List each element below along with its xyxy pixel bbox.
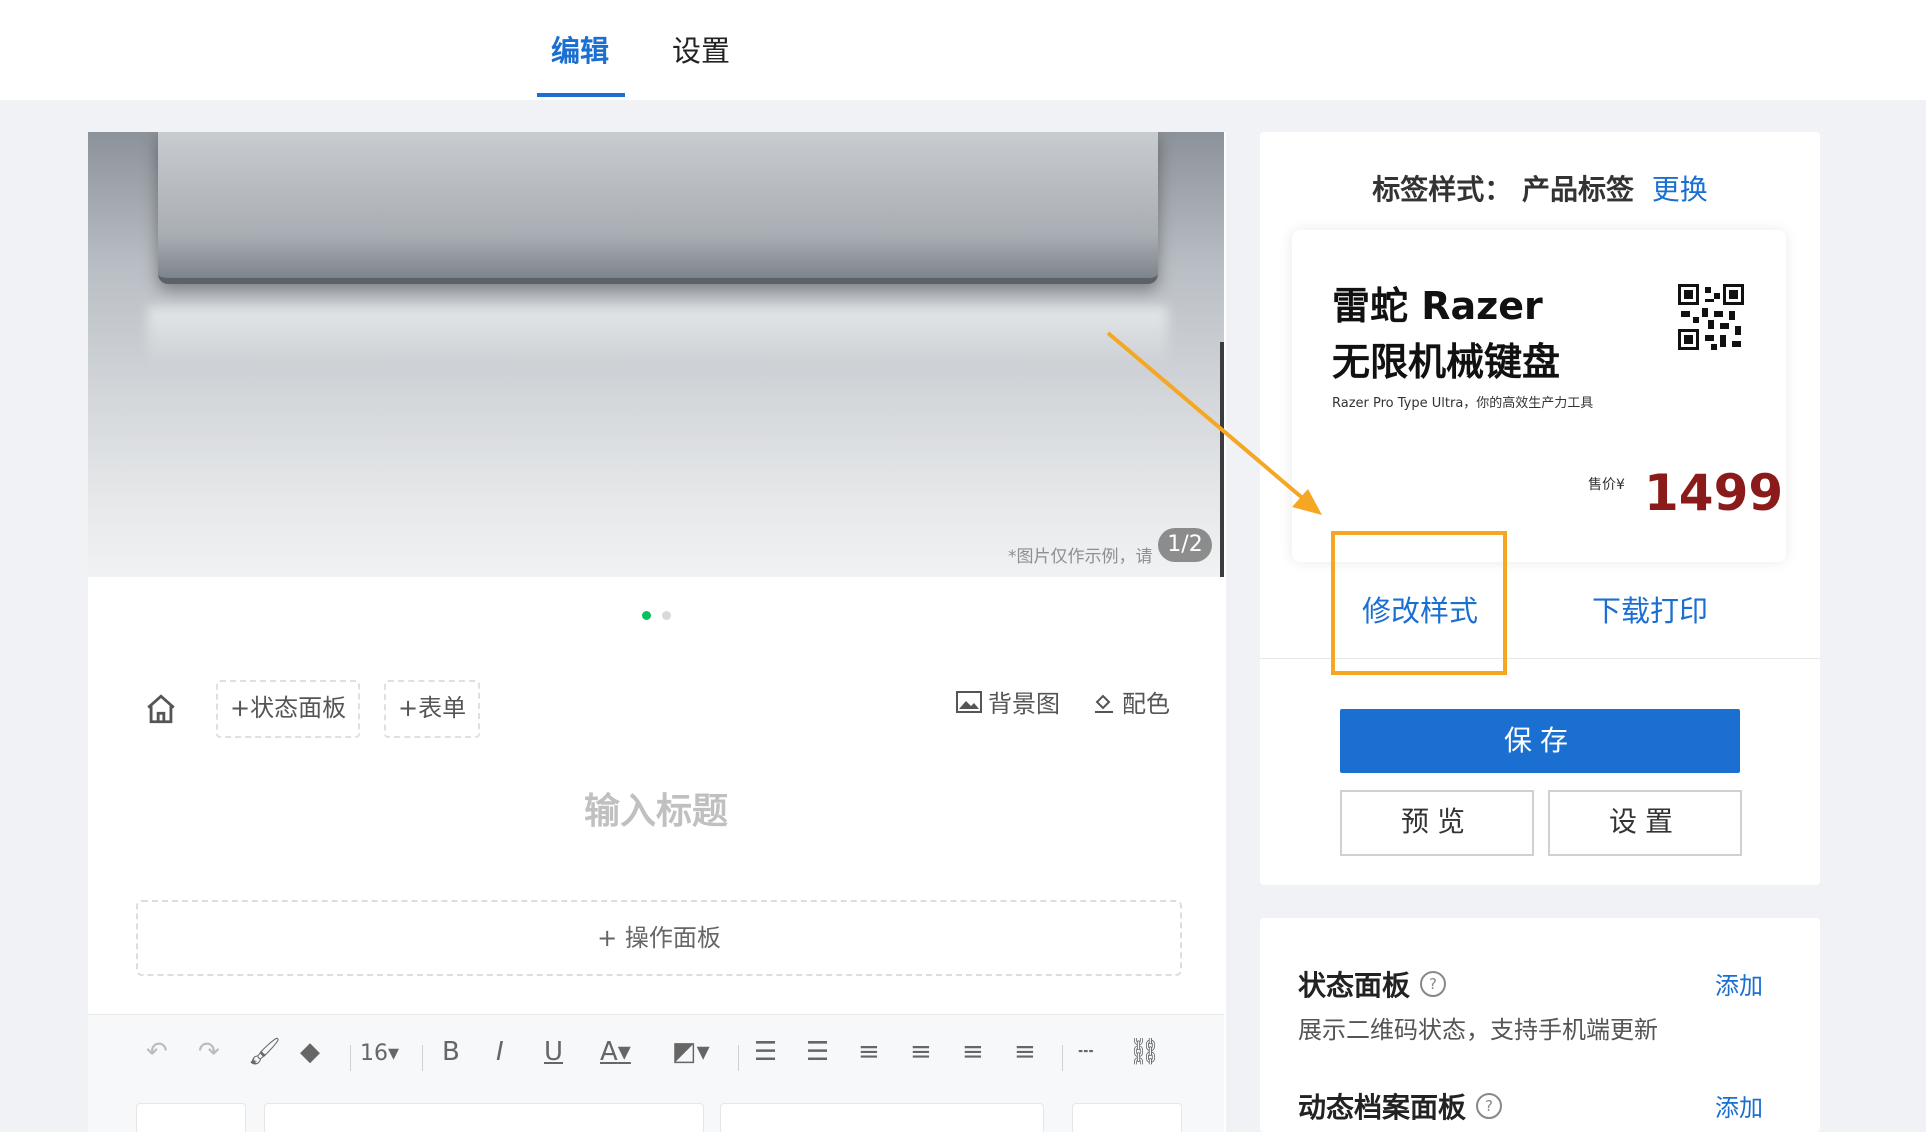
add-form-button[interactable]: +表单 bbox=[384, 680, 481, 738]
background-image-label: 背景图 bbox=[988, 690, 1060, 718]
help-icon[interactable]: ? bbox=[1476, 1093, 1503, 1119]
price-value: 1499 bbox=[1644, 464, 1784, 522]
preview-button[interactable]: 预览 bbox=[1340, 790, 1534, 856]
palette-icon[interactable] bbox=[136, 1103, 246, 1132]
label-title: 雷蛇 Razer 无限机械键盘 bbox=[1332, 278, 1560, 390]
bold-button[interactable]: B bbox=[442, 1037, 460, 1067]
ordered-list-icon[interactable]: ☰ bbox=[754, 1037, 777, 1067]
home-icon[interactable] bbox=[144, 692, 178, 730]
editor-panel: *图片仅作示例，请 1/2 +状态面板 +表单 背景图 配色 输入标题 + 操作… bbox=[88, 132, 1226, 1132]
align-left-icon[interactable]: ≡ bbox=[858, 1037, 880, 1067]
help-icon[interactable]: ? bbox=[1420, 971, 1447, 997]
label-style-row: 标签样式： 产品标签 更换 bbox=[1260, 168, 1820, 208]
unordered-list-icon[interactable]: ☰ bbox=[806, 1037, 829, 1067]
save-button[interactable]: 保存 bbox=[1340, 709, 1740, 773]
toolbar-divider bbox=[350, 1045, 351, 1071]
add-action-panel-button[interactable]: + 操作面板 bbox=[136, 900, 1182, 976]
toolbar-divider bbox=[1062, 1045, 1063, 1071]
image-icon bbox=[956, 690, 982, 713]
paint-bucket-icon bbox=[1095, 694, 1113, 713]
settings-button[interactable]: 设置 bbox=[1548, 790, 1742, 856]
banner-counter: 1/2 bbox=[1158, 528, 1212, 562]
carousel-dot-active[interactable] bbox=[642, 611, 651, 620]
add-dynamic-archive-panel-link[interactable]: 添加 bbox=[1715, 1088, 1763, 1123]
change-style-link[interactable]: 更换 bbox=[1652, 173, 1708, 206]
label-style-value: 产品标签 bbox=[1521, 173, 1634, 206]
carousel-dots bbox=[642, 605, 682, 624]
media-insert-group[interactable] bbox=[264, 1103, 704, 1132]
toolbar-divider bbox=[422, 1045, 423, 1071]
tab-settings[interactable]: 设置 bbox=[672, 28, 730, 70]
font-size-select[interactable]: 16▾ bbox=[360, 1041, 399, 1066]
banner-note: *图片仅作示例，请 bbox=[1008, 547, 1153, 567]
add-status-panel-link[interactable]: 添加 bbox=[1715, 966, 1763, 1001]
status-panel-description: 展示二维码状态，支持手机端更新 bbox=[1298, 1016, 1658, 1044]
italic-button[interactable]: I bbox=[496, 1037, 504, 1067]
dynamic-archive-panel-title: 动态档案面板 bbox=[1298, 1091, 1467, 1124]
tab-edit[interactable]: 编辑 bbox=[551, 28, 609, 70]
carousel-dot[interactable] bbox=[662, 611, 671, 620]
font-color-glyph: A bbox=[600, 1037, 618, 1067]
underline-button[interactable]: U bbox=[544, 1037, 563, 1067]
toolbar-divider bbox=[738, 1045, 739, 1071]
status-panel-title: 状态面板 bbox=[1298, 969, 1411, 1002]
card-insert-icon[interactable] bbox=[1072, 1103, 1182, 1132]
download-print-button[interactable]: 下载打印 bbox=[1592, 588, 1708, 630]
rich-text-toolbar: ↶ ↷ 🖌 ◆ 16▾ B I U A▾ ◩▾ ☰ ☰ ≡ ≡ ≡ ≡ ┄ ⛓ bbox=[88, 1014, 1224, 1132]
divider-line-icon[interactable]: ┄ bbox=[1078, 1037, 1094, 1067]
format-painter-icon[interactable]: 🖌 bbox=[248, 1037, 281, 1067]
redo-icon[interactable]: ↷ bbox=[198, 1037, 220, 1067]
font-size-value: 16 bbox=[360, 1041, 388, 1066]
color-scheme-button[interactable]: 配色 bbox=[1092, 684, 1170, 719]
label-title-line1: 雷蛇 Razer bbox=[1332, 284, 1543, 328]
align-center-icon[interactable]: ≡ bbox=[910, 1037, 932, 1067]
font-color-button[interactable]: A▾ bbox=[600, 1037, 631, 1067]
justify-icon[interactable]: ≡ bbox=[1014, 1037, 1036, 1067]
annotation-arrow-icon bbox=[1106, 331, 1322, 515]
label-subtitle: Razer Pro Type Ultra，你的高效生产力工具 bbox=[1332, 396, 1594, 411]
contact-insert-group[interactable] bbox=[720, 1103, 1044, 1132]
label-style-caption: 标签样式： bbox=[1372, 173, 1513, 206]
panels-card: 状态面板 ? 添加 展示二维码状态，支持手机端更新 动态档案面板 ? 添加 bbox=[1260, 918, 1820, 1132]
eraser-icon[interactable]: ◆ bbox=[300, 1037, 320, 1067]
title-input[interactable]: 输入标题 bbox=[88, 782, 1224, 834]
undo-icon[interactable]: ↶ bbox=[146, 1037, 168, 1067]
label-preview: 雷蛇 Razer 无限机械键盘 Razer Pro Type Ultra，你的高… bbox=[1292, 230, 1786, 562]
align-right-icon[interactable]: ≡ bbox=[962, 1037, 984, 1067]
status-panel-heading: 状态面板 ? bbox=[1298, 964, 1447, 1004]
annotation-highlight-box bbox=[1331, 531, 1507, 675]
banner-shine bbox=[148, 307, 1168, 367]
label-style-card: 标签样式： 产品标签 更换 雷蛇 Razer 无限机械键盘 Razer Pro … bbox=[1260, 132, 1820, 885]
highlight-color-button[interactable]: ◩▾ bbox=[672, 1037, 710, 1067]
active-tab-indicator bbox=[537, 93, 625, 97]
banner-image[interactable]: *图片仅作示例，请 1/2 bbox=[88, 132, 1224, 577]
qr-code-icon bbox=[1678, 284, 1744, 350]
top-bar: 编辑 设置 bbox=[0, 0, 1926, 100]
add-status-panel-button[interactable]: +状态面板 bbox=[216, 680, 361, 738]
color-scheme-label: 配色 bbox=[1122, 690, 1170, 718]
background-image-button[interactable]: 背景图 bbox=[956, 684, 1060, 719]
link-icon[interactable]: ⛓ bbox=[1128, 1037, 1161, 1067]
dynamic-archive-panel-heading: 动态档案面板 ? bbox=[1298, 1086, 1503, 1126]
banner-plate bbox=[158, 132, 1158, 284]
label-title-line2: 无限机械键盘 bbox=[1332, 340, 1561, 384]
price-label: 售价¥ bbox=[1588, 477, 1625, 493]
